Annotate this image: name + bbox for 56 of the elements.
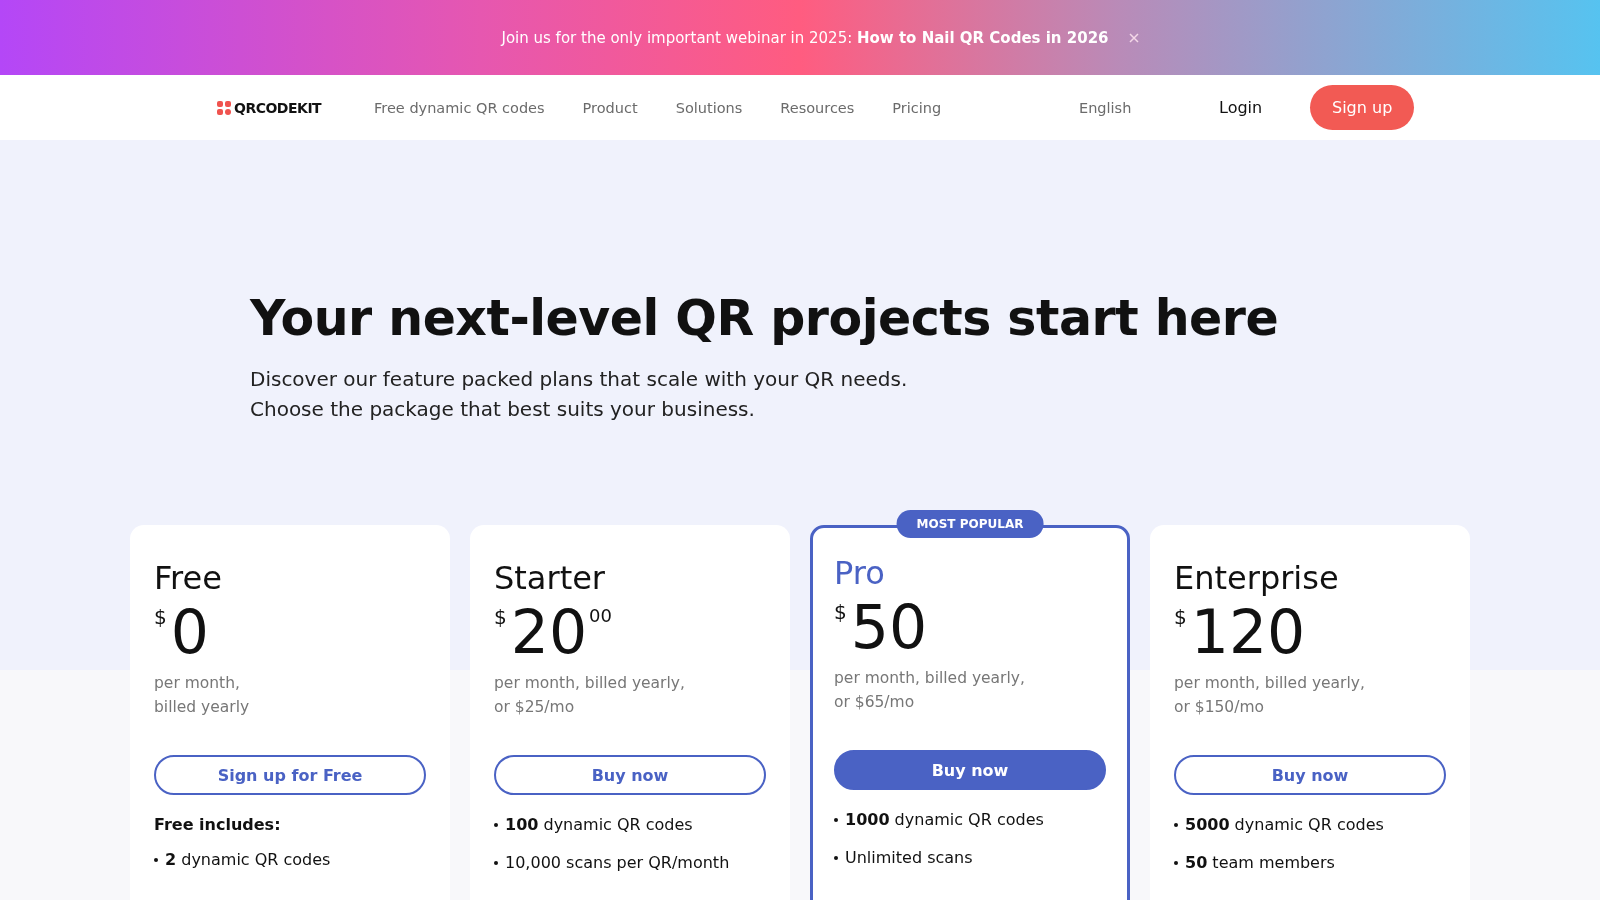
hero-title: Your next-level QR projects start here bbox=[250, 290, 1280, 347]
nav-link[interactable]: Resources bbox=[780, 99, 855, 116]
nav-link[interactable]: Pricing bbox=[892, 99, 942, 116]
plan-button[interactable]: Buy now bbox=[834, 750, 1106, 790]
currency-symbol: $ bbox=[834, 600, 847, 624]
logo-icon[interactable] bbox=[217, 100, 231, 115]
feature-text: 50 team members bbox=[1185, 853, 1335, 872]
billing-note: per month, billed yearly, bbox=[494, 673, 686, 694]
price-amount: 20 bbox=[510, 599, 588, 665]
billing-note: per month, bbox=[154, 673, 241, 694]
plan-button[interactable]: Sign up for Free bbox=[154, 755, 426, 795]
billing-note: per month, billed yearly, bbox=[1174, 673, 1366, 694]
billing-note: billed yearly bbox=[154, 697, 251, 718]
logo-text[interactable]: QRCODEKIT bbox=[234, 99, 322, 116]
feature-text: 1000 dynamic QR codes bbox=[845, 810, 1044, 829]
login-link[interactable]: Login bbox=[1219, 98, 1310, 117]
currency-symbol: $ bbox=[154, 605, 167, 629]
hero-subtitle: Choose the package that best suits your business. bbox=[250, 397, 756, 421]
plan-name: Pro bbox=[834, 554, 886, 592]
feature-text: 100 dynamic QR codes bbox=[505, 815, 693, 834]
billing-note: per month, billed yearly, bbox=[834, 668, 1026, 689]
price-amount: 120 bbox=[1190, 599, 1306, 665]
plan-name: Starter bbox=[494, 559, 606, 597]
plan-button[interactable]: Buy now bbox=[494, 755, 766, 795]
feature-text: 2 dynamic QR codes bbox=[165, 850, 331, 869]
bullet-icon bbox=[1174, 822, 1178, 827]
bullet-icon bbox=[494, 822, 498, 827]
price-cents: 00 bbox=[589, 605, 612, 626]
bullet-icon bbox=[494, 860, 498, 865]
signup-button[interactable]: Sign up bbox=[1310, 85, 1415, 130]
nav-link[interactable]: Product bbox=[582, 99, 638, 116]
bullet-icon bbox=[1174, 860, 1178, 865]
plan-button[interactable]: Buy now bbox=[1174, 755, 1446, 795]
feature-text: 5000 dynamic QR codes bbox=[1185, 815, 1384, 834]
plan-name: Free bbox=[154, 559, 223, 597]
bullet-icon bbox=[834, 855, 838, 860]
plan-name: Enterprise bbox=[1174, 559, 1340, 597]
nav-link[interactable]: Free dynamic QR codes bbox=[374, 99, 545, 116]
nav-link[interactable]: Solutions bbox=[675, 99, 743, 116]
close-icon[interactable] bbox=[1128, 32, 1139, 43]
bullet-icon bbox=[154, 857, 158, 862]
hero-subtitle: Discover our feature packed plans that scale with your QR needs. bbox=[250, 367, 909, 391]
billing-note: or $25/mo bbox=[494, 697, 576, 718]
banner-text[interactable]: Join us for the only important webinar in 2025: How to Nail QR Codes in 2026 bbox=[501, 28, 1109, 47]
currency-symbol: $ bbox=[494, 605, 507, 629]
price-amount: 50 bbox=[850, 594, 928, 660]
currency-symbol: $ bbox=[1174, 605, 1187, 629]
billing-note: or $150/mo bbox=[1174, 697, 1266, 718]
language-selector[interactable]: English bbox=[1079, 99, 1219, 116]
includes-heading: Free includes: bbox=[154, 815, 282, 834]
popular-badge: MOST POPULAR bbox=[896, 510, 1044, 538]
feature-text: 10,000 scans per QR/month bbox=[505, 853, 730, 872]
bullet-icon bbox=[834, 817, 838, 822]
price-amount: 0 bbox=[170, 599, 209, 665]
billing-note: or $65/mo bbox=[834, 692, 916, 713]
feature-text: Unlimited scans bbox=[845, 848, 973, 867]
